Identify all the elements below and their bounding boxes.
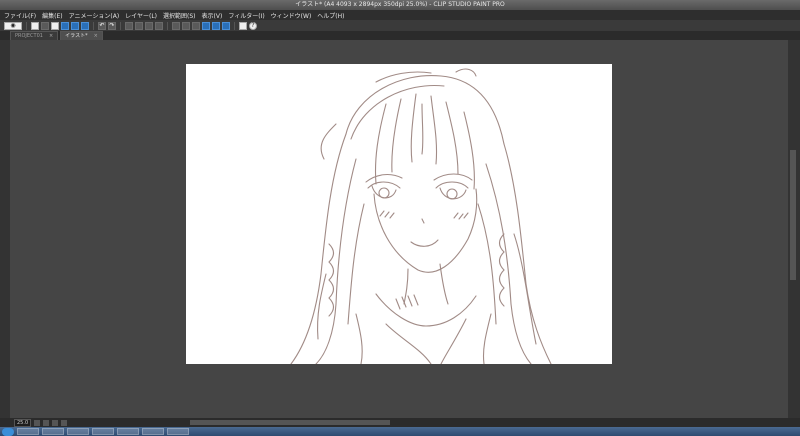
drawing-canvas[interactable] [186,64,612,364]
zoom-level[interactable]: 25.0 [14,418,32,427]
open-file-icon[interactable] [41,21,49,30]
toolbar-divider [120,21,121,30]
zoom-in-icon[interactable] [43,419,50,426]
command-bar: ◉ ↶ ↷ ? [0,20,800,31]
start-button-icon[interactable] [2,427,14,436]
menu-filter[interactable]: フィルター(I) [228,11,264,20]
tab-label: イラスト* [65,33,88,39]
export-icon[interactable] [61,21,69,30]
close-icon[interactable]: × [94,32,98,40]
menu-bar: ファイル(F) 編集(E) アニメーション(A) レイヤー(L) 選択範囲(S)… [0,10,800,20]
transform-icon[interactable] [155,21,163,30]
menu-help[interactable]: ヘルプ(H) [317,11,344,20]
left-dock [0,40,10,418]
menu-selection[interactable]: 選択範囲(S) [163,11,196,20]
clip-studio-icon[interactable]: ◉ [4,21,22,30]
window-title: イラスト* (A4 4093 x 2894px 350dpi 25.0%) - … [0,0,800,10]
snap-ruler-icon[interactable] [202,21,210,30]
taskbar-app-button[interactable] [17,428,39,435]
export-layers-icon[interactable] [81,21,89,30]
menu-window[interactable]: ウィンドウ(W) [271,11,312,20]
tab-project[interactable]: PROJECT01 × [10,31,59,40]
taskbar-app-button[interactable] [167,428,189,435]
horizontal-scrollbar[interactable] [190,420,391,425]
fill-icon[interactable] [172,21,180,30]
tab-label: PROJECT01 [15,33,43,39]
fit-view-icon[interactable] [52,419,59,426]
document-tabs: PROJECT01 × イラスト* × [0,31,800,40]
menu-view[interactable]: 表示(V) [202,11,223,20]
menu-animation[interactable]: アニメーション(A) [69,11,120,20]
deselect-icon[interactable] [125,21,133,30]
status-bar: 25.0 [0,418,800,427]
select-all-icon[interactable] [135,21,143,30]
menu-layer[interactable]: レイヤー(L) [125,11,157,20]
vertical-scrollbar-thumb[interactable] [790,150,796,280]
new-file-icon[interactable] [31,21,39,30]
export-alt-icon[interactable] [71,21,79,30]
clear-outside-icon[interactable] [192,21,200,30]
toolbar-divider [93,21,94,30]
os-taskbar [0,427,800,436]
zoom-out-icon[interactable] [34,419,41,426]
clear-icon[interactable] [182,21,190,30]
sketch-drawing [290,68,552,364]
clip-studio-assets-icon[interactable] [239,21,247,30]
redo-icon[interactable]: ↷ [108,21,116,30]
taskbar-app-button[interactable] [67,428,89,435]
taskbar-app-button[interactable] [117,428,139,435]
help-icon[interactable]: ? [249,21,257,30]
close-icon[interactable]: × [49,32,53,40]
toolbar-divider [167,21,168,30]
tab-illustration[interactable]: イラスト* × [60,31,103,40]
menu-edit[interactable]: 編集(E) [42,11,62,20]
rotate-icon[interactable] [61,419,68,426]
toolbar-divider [26,21,27,30]
snap-guide-icon[interactable] [212,21,220,30]
taskbar-app-button[interactable] [42,428,64,435]
menu-file[interactable]: ファイル(F) [4,11,36,20]
taskbar-app-button[interactable] [142,428,164,435]
toolbar-divider [234,21,235,30]
taskbar-app-button[interactable] [92,428,114,435]
invert-selection-icon[interactable] [145,21,153,30]
snap-grid-icon[interactable] [222,21,230,30]
undo-icon[interactable]: ↶ [98,21,106,30]
save-icon[interactable] [51,21,59,30]
